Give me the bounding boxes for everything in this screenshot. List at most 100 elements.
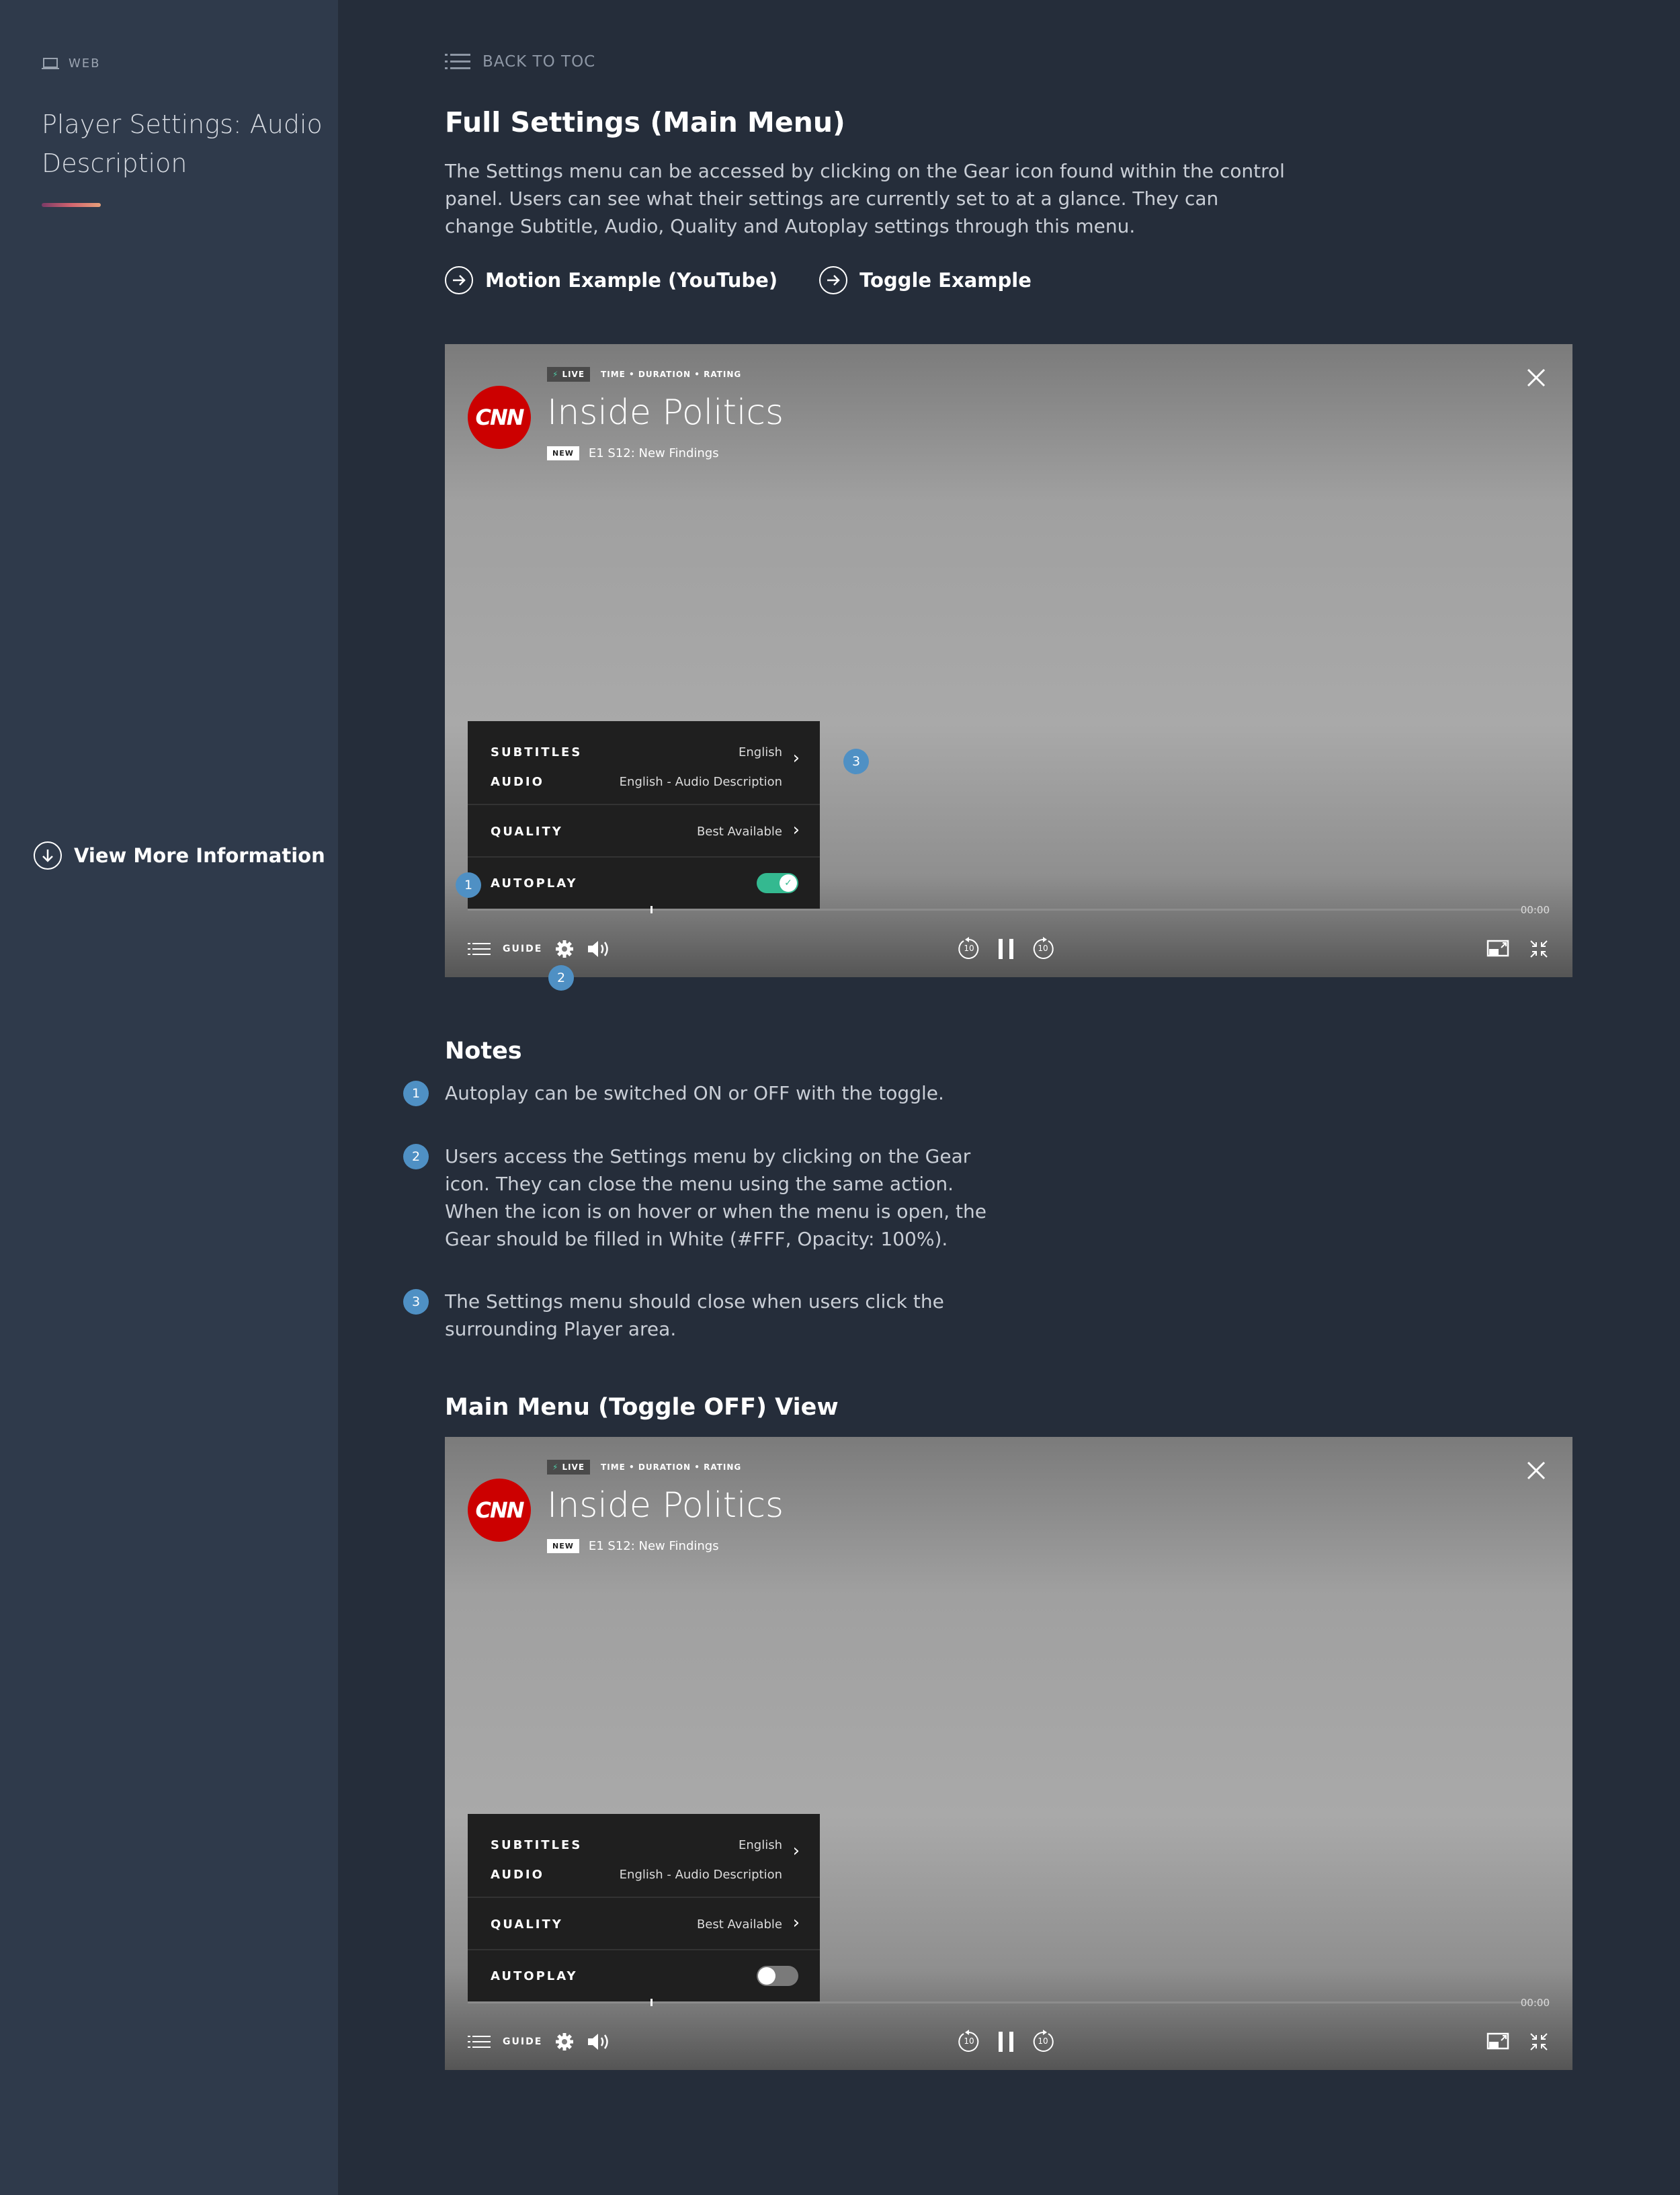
subtitles-audio-section[interactable]: SUBTITLES English AUDIO English - Audio …	[468, 1814, 820, 1898]
view-more-information-label: View More Information	[74, 844, 325, 867]
back-to-toc-link[interactable]: BACK TO TOC	[445, 52, 595, 71]
progress-bar[interactable]	[468, 906, 1550, 913]
progress-thumb[interactable]	[650, 1999, 653, 2006]
view-more-information-link[interactable]: View More Information	[34, 841, 325, 870]
motion-example-link[interactable]: Motion Example (YouTube)	[445, 266, 778, 294]
chevron-right-icon: ›	[792, 820, 800, 840]
audio-row: AUDIO English - Audio Description	[491, 774, 782, 789]
autoplay-toggle-on[interactable]: ✓	[757, 873, 798, 893]
channel-logo: CNN	[468, 1479, 531, 1542]
bolt-icon: ⚡	[552, 1462, 559, 1472]
controls-right	[1486, 2026, 1550, 2058]
meta-row: ⚡ LIVE TIME • DURATION • RATING	[547, 1460, 741, 1475]
control-bar: GUIDE 10 10	[445, 2026, 1572, 2058]
title-accent-bar	[42, 203, 101, 207]
controls-center: 10 10	[957, 933, 1055, 965]
volume-icon[interactable]	[587, 939, 612, 959]
list-icon	[445, 54, 470, 69]
channel-logo: CNN	[468, 386, 531, 449]
quality-section[interactable]: QUALITY Best Available ›	[468, 805, 820, 858]
minimize-icon[interactable]	[1528, 2031, 1550, 2053]
platform-tag-label: WEB	[69, 56, 101, 71]
note-text: The Settings menu should close when user…	[445, 1290, 944, 1340]
gear-icon[interactable]	[554, 2032, 575, 2052]
quality-row: QUALITY Best Available	[491, 824, 782, 839]
minimize-icon[interactable]	[1528, 938, 1550, 960]
guide-label[interactable]: GUIDE	[503, 944, 542, 954]
note-text: Autoplay can be switched ON or OFF with …	[445, 1082, 944, 1104]
episode-row: NEW E1 S12: New Findings	[547, 1539, 719, 1553]
new-badge: NEW	[547, 446, 579, 460]
chevron-right-icon: ›	[792, 1913, 800, 1933]
platform-tag: WEB	[42, 56, 101, 71]
autoplay-row: AUTOPLAY	[468, 1950, 820, 2001]
picture-in-picture-icon[interactable]	[1486, 2032, 1511, 2051]
time-readout: 00:00	[1520, 1997, 1550, 2009]
laptop-icon	[42, 57, 59, 69]
control-bar: GUIDE 10 10	[445, 933, 1572, 965]
close-icon[interactable]	[1525, 1460, 1547, 1481]
pause-icon[interactable]	[996, 937, 1016, 961]
gear-icon[interactable]	[554, 939, 575, 959]
episode-title: E1 S12: New Findings	[588, 1539, 719, 1553]
live-badge: ⚡ LIVE	[547, 1460, 591, 1475]
page-title: Full Settings (Main Menu)	[445, 106, 845, 138]
close-icon[interactable]	[1525, 367, 1547, 388]
forward-10-icon[interactable]: 10	[1031, 937, 1055, 961]
guide-list-icon[interactable]	[468, 2035, 491, 2048]
guide-list-icon[interactable]	[468, 942, 491, 956]
autoplay-section: AUTOPLAY	[468, 1950, 820, 2001]
arrow-right-circle-icon	[819, 266, 848, 294]
note-marker-1: 1	[456, 872, 481, 898]
meta-text: TIME • DURATION • RATING	[601, 370, 742, 379]
show-title: Inside Politics	[547, 392, 784, 433]
note-text: Users access the Settings menu by clicki…	[445, 1145, 986, 1250]
note-marker: 1	[403, 1081, 429, 1106]
guide-label[interactable]: GUIDE	[503, 2036, 542, 2047]
example-links: Motion Example (YouTube) Toggle Example	[445, 266, 1032, 294]
subtitles-row: SUBTITLES English	[491, 1837, 782, 1852]
back-to-toc-label: BACK TO TOC	[482, 53, 596, 71]
note-item-3: 3 The Settings menu should close when us…	[403, 1288, 1048, 1343]
arrow-down-circle-icon	[34, 841, 62, 870]
note-marker-3: 3	[843, 749, 869, 774]
bolt-icon: ⚡	[552, 370, 559, 379]
arrow-right-circle-icon	[445, 266, 473, 294]
note-marker: 2	[403, 1144, 429, 1169]
meta-row: ⚡ LIVE TIME • DURATION • RATING	[547, 367, 741, 382]
autoplay-toggle-off[interactable]	[757, 1966, 798, 1986]
forward-10-icon[interactable]: 10	[1031, 2030, 1055, 2054]
show-title: Inside Politics	[547, 1485, 784, 1526]
volume-icon[interactable]	[587, 2032, 612, 2052]
controls-right	[1486, 933, 1550, 965]
section-title-toggle-off: Main Menu (Toggle OFF) View	[445, 1394, 839, 1421]
notes-title: Notes	[445, 1038, 522, 1065]
sidebar-title: Player Settings: Audio Description	[42, 110, 323, 178]
controls-left: GUIDE	[468, 2026, 612, 2058]
chevron-right-icon: ›	[792, 1841, 800, 1861]
quality-row: QUALITY Best Available	[491, 1917, 782, 1932]
video-player-toggle-off[interactable]: ⚡ LIVE TIME • DURATION • RATING CNN Insid…	[445, 1437, 1572, 2070]
progress-bar[interactable]	[468, 1999, 1550, 2006]
quality-section[interactable]: QUALITY Best Available ›	[468, 1898, 820, 1950]
episode-title: E1 S12: New Findings	[588, 446, 719, 460]
autoplay-row: AUTOPLAY ✓	[468, 858, 820, 909]
settings-menu: SUBTITLES English AUDIO English - Audio …	[468, 1814, 820, 2003]
picture-in-picture-icon[interactable]	[1486, 940, 1511, 958]
subtitles-row: SUBTITLES English	[491, 745, 782, 759]
pause-icon[interactable]	[996, 2030, 1016, 2054]
toggle-example-link[interactable]: Toggle Example	[819, 266, 1032, 294]
video-player-toggle-on[interactable]: ⚡ LIVE TIME • DURATION • RATING CNN Insid…	[445, 344, 1572, 977]
toggle-example-label: Toggle Example	[859, 269, 1032, 292]
controls-left: GUIDE	[468, 933, 612, 965]
progress-thumb[interactable]	[650, 906, 653, 913]
note-marker-2: 2	[548, 965, 574, 991]
subtitles-audio-section[interactable]: SUBTITLES English AUDIO English - Audio …	[468, 721, 820, 805]
note-marker: 3	[403, 1289, 429, 1315]
chevron-right-icon: ›	[792, 748, 800, 768]
rewind-10-icon[interactable]: 10	[957, 937, 981, 961]
autoplay-section: AUTOPLAY ✓	[468, 858, 820, 909]
check-icon: ✓	[780, 874, 797, 892]
rewind-10-icon[interactable]: 10	[957, 2030, 981, 2054]
sidebar: WEB Player Settings: Audio Description V…	[0, 0, 338, 2195]
